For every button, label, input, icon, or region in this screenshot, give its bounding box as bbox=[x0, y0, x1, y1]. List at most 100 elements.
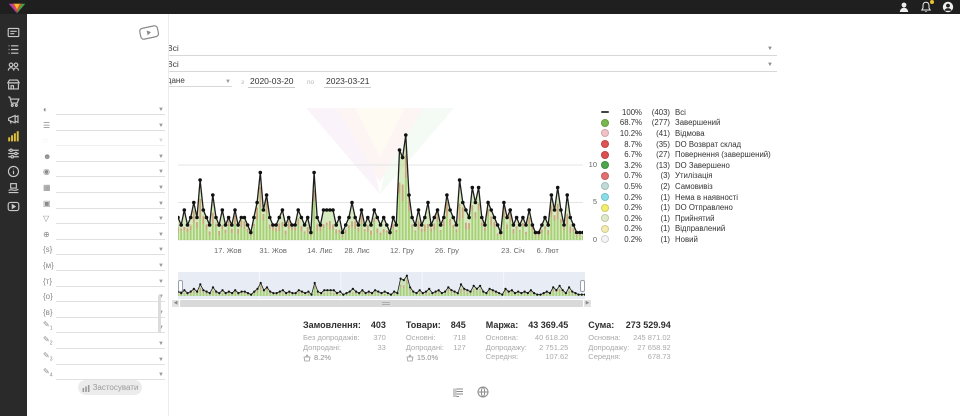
funnel-filter-icon: ▽ bbox=[43, 214, 56, 224]
chevron-down-icon: ▼ bbox=[158, 123, 164, 129]
sidebar-item-orders[interactable] bbox=[0, 41, 27, 57]
sidebar-item-dashboard[interactable] bbox=[0, 24, 27, 40]
navigator-scrollbar[interactable]: ◀ ▶ bbox=[172, 300, 591, 307]
x-axis-label: 31. Жов bbox=[259, 246, 287, 255]
apply-button[interactable]: Застосувати bbox=[78, 380, 142, 395]
stat-sub-value: 40 618.20 bbox=[527, 333, 568, 343]
legend-item[interactable]: 8.7%(35)DO Возврат склад bbox=[601, 139, 801, 150]
funnel-filter-select[interactable]: ▽▼ bbox=[43, 209, 165, 224]
stat-sub-label: Основна: bbox=[588, 333, 620, 343]
region-filter-select[interactable]: ⊕▼ bbox=[43, 225, 165, 240]
app-logo-icon[interactable] bbox=[8, 1, 26, 13]
chart-navigator[interactable] bbox=[178, 272, 585, 299]
account-avatar-icon[interactable] bbox=[942, 1, 954, 13]
var-s-filter-select[interactable]: {s}▼ bbox=[43, 240, 165, 255]
custom-field-1-select[interactable]: ✎1▼ bbox=[43, 318, 165, 333]
stat-sub-label: Допродані: bbox=[406, 343, 444, 353]
sidebar-item-analytics[interactable] bbox=[0, 128, 27, 144]
custom-field-2-select[interactable]: ✎2▼ bbox=[43, 334, 165, 349]
var-t-filter-select[interactable]: {т}▼ bbox=[43, 272, 165, 287]
legend-item[interactable]: 0.5%(2)Самовивіз bbox=[601, 181, 801, 192]
state-filter-icon: ◌ bbox=[43, 136, 56, 146]
source-filter-select[interactable]: ☰▼ bbox=[43, 116, 165, 131]
sidebar-item-video[interactable] bbox=[0, 198, 27, 214]
sidebar-item-marketing[interactable] bbox=[0, 111, 27, 127]
var-s-filter-icon: {s} bbox=[43, 245, 56, 255]
legend-item[interactable]: 0.2%(1)Нема в наявності bbox=[601, 192, 801, 203]
var-v-filter-select[interactable]: {в}▼ bbox=[43, 303, 165, 318]
image-filter-select[interactable]: ▣▼ bbox=[43, 194, 165, 209]
legend-item[interactable]: 10.2%(41)Відмова bbox=[601, 128, 801, 139]
legend-count: (403) bbox=[642, 108, 670, 117]
payment-filter-select[interactable]: ◉▼ bbox=[43, 162, 165, 177]
scroll-right-icon[interactable]: ▶ bbox=[584, 300, 591, 307]
scrollbar-grip bbox=[382, 302, 390, 305]
state-filter-select[interactable]: ◌▼ bbox=[43, 131, 165, 146]
info-icon bbox=[7, 165, 20, 178]
navigator-right-handle[interactable] bbox=[580, 280, 585, 292]
status-filter-select[interactable]: ◐▼ bbox=[43, 100, 165, 115]
date-from-input[interactable]: 2020-03-20 bbox=[248, 76, 295, 88]
var-m-filter-select[interactable]: {м}▼ bbox=[43, 256, 165, 271]
panel-scrollbar[interactable] bbox=[158, 295, 161, 333]
stat-value: 403 bbox=[361, 320, 386, 330]
chevron-down-icon: ▼ bbox=[158, 169, 164, 175]
chevron-down-icon: ▼ bbox=[158, 341, 164, 347]
stat-sub-label: Допродажу: bbox=[588, 343, 629, 353]
analytics-icon bbox=[7, 130, 20, 143]
sidebar-item-info[interactable] bbox=[0, 163, 27, 179]
custom-field-3-select[interactable]: ✎3▼ bbox=[43, 350, 165, 365]
stat-sub-value: 718 bbox=[445, 333, 466, 343]
manager-filter-select[interactable]: ☻▼ bbox=[43, 147, 165, 162]
notifications-bell-icon[interactable] bbox=[920, 1, 932, 13]
stats-column: Замовлення:403Без допродажів:370Допродан… bbox=[303, 320, 386, 362]
stat-sub-label: Без допродажів: bbox=[303, 333, 360, 343]
stats-column: Маржа:43 369.45Основна:40 618.20Допродаж… bbox=[486, 320, 569, 362]
legend-item[interactable]: 0.2%(1)Прийнятий bbox=[601, 213, 801, 224]
legend-label: Відправлений bbox=[675, 224, 725, 233]
legend-swatch bbox=[601, 111, 609, 113]
table-view-icon[interactable] bbox=[452, 385, 464, 397]
legend-percent: 0.2% bbox=[614, 214, 642, 223]
legend-item[interactable]: 0.7%(3)Утилізація bbox=[601, 171, 801, 182]
legend-swatch bbox=[601, 151, 609, 159]
legend-item[interactable]: 0.2%(1)DO Отправлено bbox=[601, 202, 801, 213]
x-axis-label: 6. Лют bbox=[537, 246, 559, 255]
main-sidebar bbox=[0, 14, 27, 416]
product-filter-icon: ▦ bbox=[43, 183, 56, 193]
legend-label: DO Возврат склад bbox=[675, 140, 741, 149]
cart-icon bbox=[7, 95, 20, 108]
theme-icon[interactable] bbox=[898, 1, 910, 13]
sidebar-item-settings[interactable] bbox=[0, 146, 27, 162]
legend-count: (35) bbox=[642, 140, 670, 149]
chevron-down-icon: ▼ bbox=[158, 154, 164, 160]
sidebar-item-delivery[interactable] bbox=[0, 181, 27, 197]
product-select[interactable]: Всі ▼ bbox=[167, 59, 777, 72]
var-t-filter-icon: {т} bbox=[43, 277, 56, 287]
sidebar-item-cart[interactable] bbox=[0, 94, 27, 110]
legend-swatch bbox=[601, 182, 609, 190]
legend-item[interactable]: 3.2%(13)DO Завершено bbox=[601, 160, 801, 171]
custom-field-4-select[interactable]: ✎4▼ bbox=[43, 365, 165, 380]
scroll-left-icon[interactable]: ◀ bbox=[172, 300, 179, 307]
sidebar-item-customers[interactable] bbox=[0, 59, 27, 75]
date-to-input[interactable]: 2023-03-21 bbox=[324, 76, 371, 88]
legend-item[interactable]: 6.7%(27)Повернення (завершений) bbox=[601, 149, 801, 160]
scrollbar-track[interactable] bbox=[180, 300, 583, 307]
legend-item[interactable]: 100%(403)Всі bbox=[601, 107, 801, 118]
navigator-left-handle[interactable] bbox=[178, 280, 183, 292]
legend-item[interactable]: 0.2%(1)Відправлений bbox=[601, 224, 801, 235]
var-o-filter-select[interactable]: {о}▼ bbox=[43, 287, 165, 302]
status-select[interactable]: Всі ▼ bbox=[167, 43, 777, 56]
chevron-down-icon: ▼ bbox=[158, 185, 164, 191]
x-axis-label: 28. Лис bbox=[344, 246, 369, 255]
legend-item[interactable]: 68.7%(277)Завершений bbox=[601, 118, 801, 129]
globe-icon[interactable] bbox=[477, 385, 489, 397]
legend-item[interactable]: 0.2%(1)Новий bbox=[601, 234, 801, 245]
orders-chart-plot[interactable] bbox=[178, 100, 583, 255]
product-filter-select[interactable]: ▦▼ bbox=[43, 178, 165, 193]
legend-label: DO Завершено bbox=[675, 161, 730, 170]
payment-filter-icon: ◉ bbox=[43, 167, 56, 177]
sidebar-item-store[interactable] bbox=[0, 76, 27, 92]
stat-sub-label: Основні: bbox=[406, 333, 436, 343]
